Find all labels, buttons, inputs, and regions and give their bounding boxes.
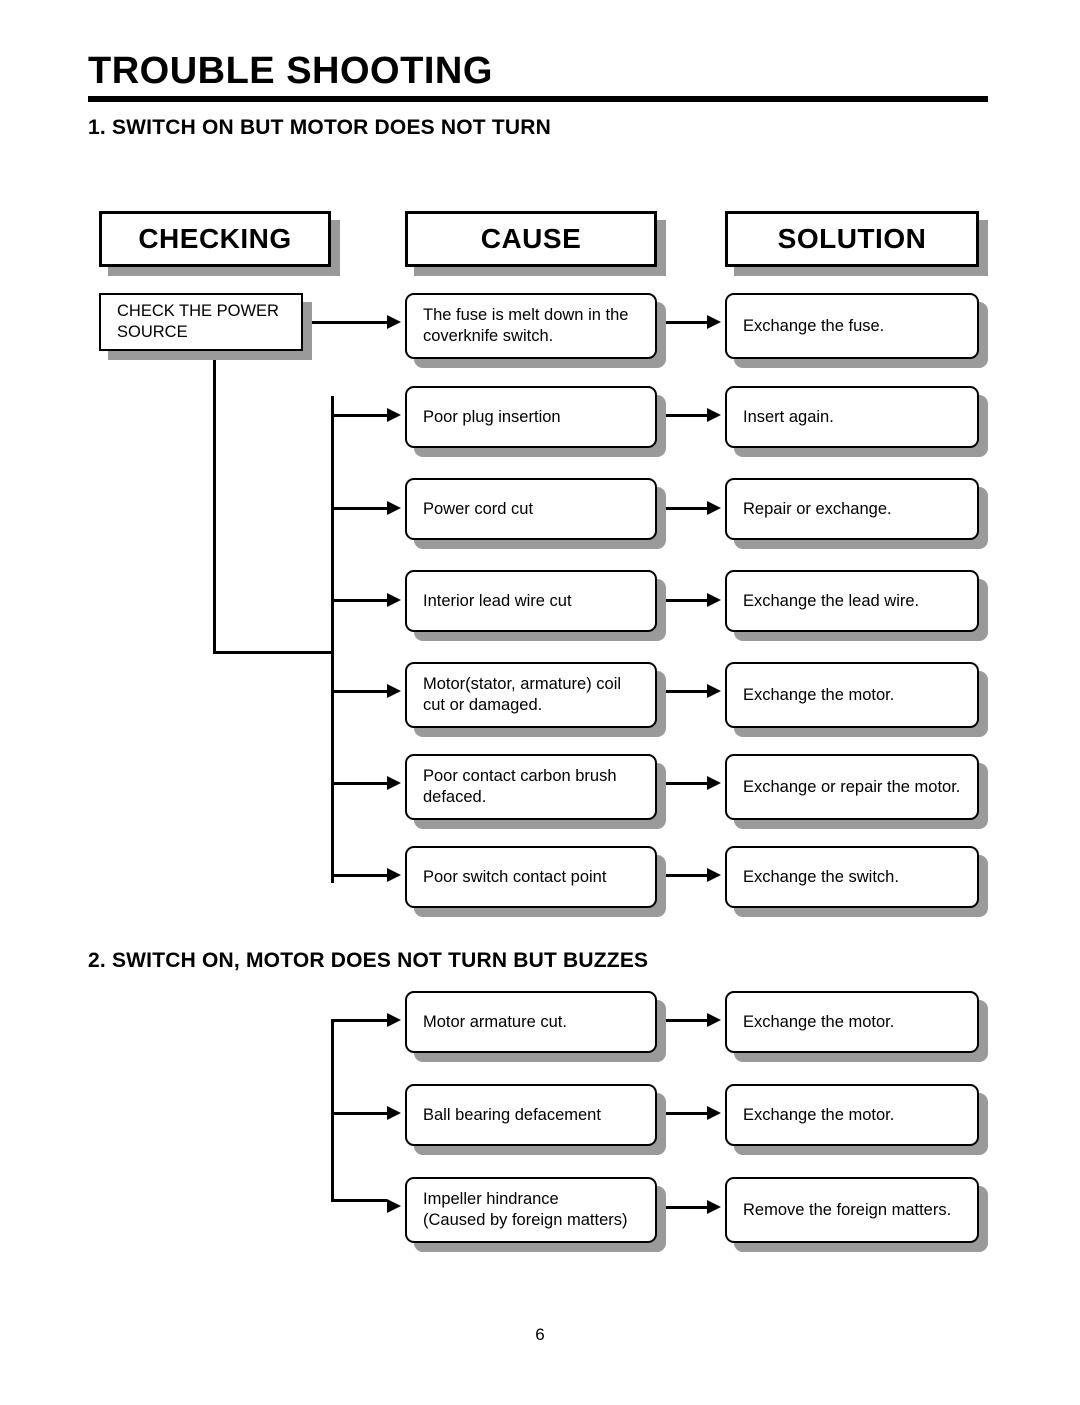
cause-box-7-label: Poor switch contact point (423, 867, 607, 886)
connector-spine-to-cause-5 (331, 690, 387, 693)
solution-box-7-label: Exchange the switch. (743, 867, 899, 886)
cause-box-9-label: Ball bearing defacement (423, 1105, 601, 1124)
checking-box-label: CHECK THE POWER SOURCE (117, 302, 279, 341)
arrow-solution-8 (707, 1013, 721, 1027)
cause-box-1: The fuse is melt down in the coverknife … (405, 293, 657, 359)
cause-box-10: Impeller hindrance (Caused by foreign ma… (405, 1177, 657, 1243)
cause-box-4: Interior lead wire cut (405, 570, 657, 632)
arrow-cause-9 (387, 1106, 401, 1120)
solution-box-10-label: Remove the foreign matters. (743, 1200, 952, 1219)
solution-box-1-label: Exchange the fuse. (743, 316, 885, 335)
connector-spine-to-cause-2 (331, 414, 387, 417)
arrow-solution-10 (707, 1200, 721, 1214)
solution-box-5-label: Exchange the motor. (743, 685, 895, 704)
page-number: 6 (535, 1325, 545, 1344)
solution-box-7: Exchange the switch. (725, 846, 979, 908)
cause-box-8-label: Motor armature cut. (423, 1012, 567, 1031)
cause-box-5: Motor(stator, armature) coil cut or dama… (405, 662, 657, 728)
arrow-cause-10 (387, 1199, 401, 1213)
arrow-cause-2 (387, 408, 401, 422)
arrow-solution-2 (707, 408, 721, 422)
solution-box-10: Remove the foreign matters. (725, 1177, 979, 1243)
arrow-cause-8 (387, 1013, 401, 1027)
connector-spine-to-cause-8 (331, 1019, 387, 1022)
title-divider (88, 96, 988, 102)
connector-spine-to-cause-4 (331, 599, 387, 602)
solution-box-4: Exchange the lead wire. (725, 570, 979, 632)
cause-spine-vertical (331, 396, 334, 883)
solution-box-2-label: Insert again. (743, 407, 834, 426)
cause-box-4-label: Interior lead wire cut (423, 591, 572, 610)
solution-box-1: Exchange the fuse. (725, 293, 979, 359)
checking-box-check-power-source: CHECK THE POWER SOURCE (99, 293, 303, 351)
arrow-cause-3 (387, 501, 401, 515)
connector-check-to-cause-1 (303, 321, 387, 324)
section-1-heading: 1. SWITCH ON BUT MOTOR DOES NOT TURN (88, 116, 551, 139)
connector-spine-to-cause-10 (331, 1199, 387, 1202)
solution-box-2: Insert again. (725, 386, 979, 448)
connector-spine-to-cause-7 (331, 874, 387, 877)
arrow-solution-5 (707, 684, 721, 698)
cause-box-6-label: Poor contact carbon brush defaced. (423, 767, 617, 806)
arrow-solution-6 (707, 776, 721, 790)
arrow-solution-7 (707, 868, 721, 882)
cause-box-5-label: Motor(stator, armature) coil cut or dama… (423, 675, 622, 714)
solution-box-3-label: Repair or exchange. (743, 499, 892, 518)
cause-box-3: Power cord cut (405, 478, 657, 540)
arrow-cause-1 (387, 315, 401, 329)
cause-box-10-label: Impeller hindrance (Caused by foreign ma… (423, 1190, 628, 1229)
column-header-cause: CAUSE (405, 211, 657, 267)
arrow-solution-3 (707, 501, 721, 515)
solution-box-6-label: Exchange or repair the motor. (743, 777, 961, 796)
checking-trunk-vertical (213, 351, 216, 654)
cause-box-7: Poor switch contact point (405, 846, 657, 908)
arrow-cause-7 (387, 868, 401, 882)
solution-box-9: Exchange the motor. (725, 1084, 979, 1146)
arrow-solution-4 (707, 593, 721, 607)
solution-box-3: Repair or exchange. (725, 478, 979, 540)
cause-box-9: Ball bearing defacement (405, 1084, 657, 1146)
cause-box-2-label: Poor plug insertion (423, 407, 561, 426)
cause-box-2: Poor plug insertion (405, 386, 657, 448)
cause-box-6: Poor contact carbon brush defaced. (405, 754, 657, 820)
solution-box-5: Exchange the motor. (725, 662, 979, 728)
solution-box-8-label: Exchange the motor. (743, 1012, 895, 1031)
solution-box-6: Exchange or repair the motor. (725, 754, 979, 820)
checking-trunk-horizontal (213, 651, 333, 654)
arrow-cause-6 (387, 776, 401, 790)
connector-spine-to-cause-6 (331, 782, 387, 785)
arrow-solution-9 (707, 1106, 721, 1120)
troubleshooting-page: TROUBLE SHOOTING 1. SWITCH ON BUT MOTOR … (0, 0, 1080, 1405)
solution-box-8: Exchange the motor. (725, 991, 979, 1053)
cause-box-8: Motor armature cut. (405, 991, 657, 1053)
solution-box-9-label: Exchange the motor. (743, 1105, 895, 1124)
column-header-checking: CHECKING (99, 211, 331, 267)
solution-box-4-label: Exchange the lead wire. (743, 591, 920, 610)
arrow-cause-4 (387, 593, 401, 607)
connector-spine-to-cause-3 (331, 507, 387, 510)
cause-spine-vertical-section-2 (331, 1019, 334, 1199)
arrow-cause-5 (387, 684, 401, 698)
page-title: TROUBLE SHOOTING (88, 50, 493, 92)
connector-spine-to-cause-9 (331, 1112, 387, 1115)
section-2-heading: 2. SWITCH ON, MOTOR DOES NOT TURN BUT BU… (88, 949, 649, 972)
column-header-solution: SOLUTION (725, 211, 979, 267)
arrow-solution-1 (707, 315, 721, 329)
cause-box-3-label: Power cord cut (423, 499, 534, 518)
cause-box-1-label: The fuse is melt down in the coverknife … (423, 306, 629, 345)
